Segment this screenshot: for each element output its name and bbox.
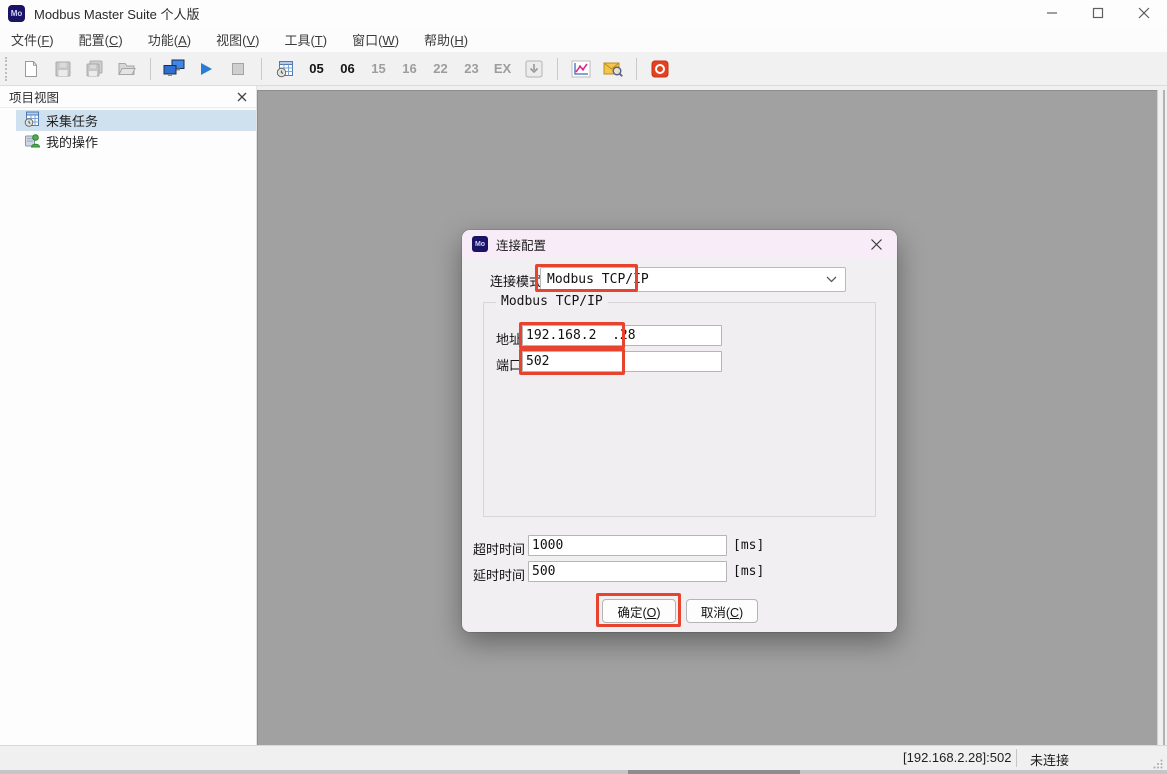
- status-bar: [192.168.2.28]:502 未连接: [0, 745, 1167, 770]
- dialog-close-icon[interactable]: [866, 236, 887, 253]
- ok-button[interactable]: 确定(O): [602, 599, 676, 623]
- code-06-button[interactable]: 06: [332, 56, 363, 82]
- tree-item-label: 采集任务: [46, 111, 98, 130]
- toolbar-separator: [150, 58, 151, 80]
- delay-input[interactable]: [528, 561, 727, 582]
- panel-header: 项目视图: [0, 86, 256, 108]
- tree-item-my-operation[interactable]: 我的操作: [0, 131, 256, 152]
- delay-unit: [ms]: [733, 564, 764, 579]
- cancel-button[interactable]: 取消(C): [686, 599, 758, 623]
- toolbar-separator: [636, 58, 637, 80]
- menu-item-config[interactable]: 配置(C): [70, 27, 132, 52]
- collection-task-icon[interactable]: [271, 55, 299, 83]
- menu-item-view[interactable]: 视图(V): [207, 27, 268, 52]
- menu-item-help[interactable]: 帮助(H): [415, 27, 477, 52]
- delay-label: 延时时间: [473, 565, 525, 584]
- mode-value: Modbus TCP/IP: [547, 272, 649, 287]
- status-connection-state: 未连接: [1030, 750, 1069, 769]
- dialog-body: 连接模式 Modbus TCP/IP Modbus TCP/IP 地址 端口 超…: [462, 258, 897, 632]
- menu-item-window[interactable]: 窗口(W): [343, 27, 408, 52]
- timeout-label: 超时时间: [473, 539, 525, 558]
- project-tree: 采集任务 我的操作: [0, 108, 256, 152]
- timeout-input[interactable]: [528, 535, 727, 556]
- chevron-down-icon: [826, 276, 837, 283]
- close-icon[interactable]: [1121, 0, 1167, 26]
- window-title: Modbus Master Suite 个人版: [34, 4, 199, 23]
- code-23-button[interactable]: 23: [456, 56, 487, 82]
- tree-item-collection-task[interactable]: 采集任务: [16, 110, 256, 131]
- group-title: Modbus TCP/IP: [496, 294, 608, 309]
- record-icon[interactable]: [646, 55, 674, 83]
- mode-select[interactable]: Modbus TCP/IP: [540, 267, 846, 292]
- toolbar-separator: [261, 58, 262, 80]
- tree-item-label: 我的操作: [46, 132, 98, 151]
- menu-item-tools[interactable]: 工具(T): [275, 27, 336, 52]
- download-icon[interactable]: [520, 55, 548, 83]
- project-view-panel: 项目视图 采集任务 我的操作: [0, 86, 257, 745]
- connect-icon[interactable]: [160, 55, 188, 83]
- timeout-unit: [ms]: [733, 538, 764, 553]
- toolbar-separator: [557, 58, 558, 80]
- port-input[interactable]: [522, 351, 722, 372]
- save-all-icon[interactable]: [81, 55, 109, 83]
- code-ex-button[interactable]: EX: [487, 56, 518, 82]
- address-input[interactable]: [522, 325, 722, 346]
- save-icon[interactable]: [49, 55, 77, 83]
- stop-icon[interactable]: [224, 55, 252, 83]
- app-window: Mo Modbus Master Suite 个人版 文件(F) 配置(C) 功…: [0, 0, 1167, 774]
- maximize-icon[interactable]: [1075, 0, 1121, 26]
- menu-item-file[interactable]: 文件(F): [2, 27, 63, 52]
- code-22-button[interactable]: 22: [425, 56, 456, 82]
- dialog-title-bar[interactable]: Mo 连接配置: [462, 230, 897, 258]
- connection-config-dialog: Mo 连接配置 连接模式 Modbus TCP/IP Modbus TCP/IP…: [462, 230, 897, 632]
- menu-item-function[interactable]: 功能(A): [139, 27, 200, 52]
- port-label: 端口: [496, 355, 522, 374]
- resize-grip[interactable]: [1153, 757, 1163, 767]
- toolbar: 05 06 15 16 22 23 EX: [0, 52, 1167, 86]
- open-folder-icon[interactable]: [113, 55, 141, 83]
- address-label: 地址: [496, 329, 522, 348]
- panel-close-icon[interactable]: [237, 92, 247, 102]
- my-operation-icon: [24, 132, 40, 151]
- status-divider: [1016, 749, 1017, 767]
- code-15-button[interactable]: 15: [363, 56, 394, 82]
- title-bar: Mo Modbus Master Suite 个人版: [0, 0, 1167, 26]
- modbus-tcpip-group: Modbus TCP/IP 地址 端口: [483, 302, 876, 517]
- code-16-button[interactable]: 16: [394, 56, 425, 82]
- new-file-icon[interactable]: [17, 55, 45, 83]
- app-logo-icon: Mo: [8, 5, 25, 22]
- start-icon[interactable]: [192, 55, 220, 83]
- status-endpoint: [192.168.2.28]:502: [903, 750, 1011, 765]
- mode-label: 连接模式: [490, 271, 542, 290]
- dialog-logo-icon: Mo: [472, 236, 488, 252]
- code-05-button[interactable]: 05: [301, 56, 332, 82]
- log-search-icon[interactable]: [599, 55, 627, 83]
- menu-bar: 文件(F) 配置(C) 功能(A) 视图(V) 工具(T) 窗口(W) 帮助(H…: [0, 26, 1167, 52]
- right-edge-strip: [1157, 90, 1167, 745]
- scrollbar-thumb[interactable]: [628, 770, 800, 774]
- toolbar-grip[interactable]: [5, 57, 11, 81]
- minimize-icon[interactable]: [1029, 0, 1075, 26]
- bottom-scrollbar[interactable]: [0, 770, 1167, 774]
- dialog-title: 连接配置: [496, 235, 546, 254]
- chart-icon[interactable]: [567, 55, 595, 83]
- panel-title: 项目视图: [9, 87, 59, 106]
- collection-task-icon: [24, 111, 40, 130]
